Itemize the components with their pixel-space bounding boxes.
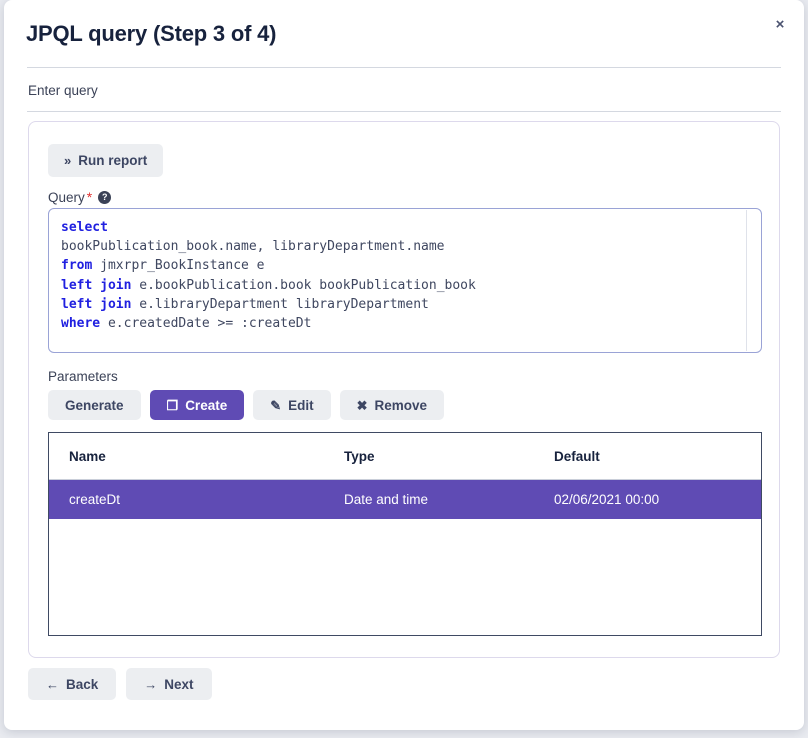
page-title: JPQL query (Step 3 of 4) <box>26 21 277 46</box>
back-button[interactable]: ← Back <box>28 668 117 700</box>
arrow-right-icon: → <box>144 676 158 692</box>
column-header-name[interactable]: Name <box>49 433 344 480</box>
cell-type: Date and time <box>344 479 554 519</box>
table-body: createDt Date and time 02/06/2021 00:00 <box>49 479 761 519</box>
query-label-text: Query <box>48 189 85 205</box>
run-report-label: Run report <box>78 153 148 168</box>
column-header-type[interactable]: Type <box>344 433 554 480</box>
parameters-toolbar: Generate ❐ Create ✎ Edit ✖ Remove <box>48 390 445 420</box>
parameters-table: Name Type Default createDt Date and time… <box>48 432 762 636</box>
sql-keyword: where <box>61 316 101 332</box>
help-icon[interactable]: ? <box>98 190 112 204</box>
dialog-footer: ← Back → Next <box>28 668 212 700</box>
pencil-icon: ✎ <box>270 397 282 413</box>
section-label: Enter query <box>28 83 98 98</box>
next-label: Next <box>164 676 194 692</box>
table-header-row: Name Type Default <box>49 433 761 480</box>
close-icon[interactable]: × <box>767 11 793 37</box>
double-chevron-right-icon: » <box>64 153 72 168</box>
dialog-header: JPQL query (Step 3 of 4) × <box>4 0 804 67</box>
query-card: » Run report Query * ? select bookPublic… <box>28 121 780 658</box>
create-label: Create <box>185 397 228 413</box>
run-report-button[interactable]: » Run report <box>48 144 164 177</box>
sql-keyword: from <box>61 258 93 274</box>
cell-default: 02/06/2021 00:00 <box>554 479 761 519</box>
edit-button[interactable]: ✎ Edit <box>253 390 331 420</box>
next-button[interactable]: → Next <box>126 668 212 700</box>
sql-keyword: left join <box>61 296 132 312</box>
table-row[interactable]: createDt Date and time 02/06/2021 00:00 <box>49 479 761 519</box>
query-input[interactable]: select bookPublication_book.name, librar… <box>48 208 762 353</box>
required-marker: * <box>86 189 93 205</box>
arrow-left-icon: ← <box>46 676 59 692</box>
header-divider <box>27 67 781 68</box>
query-field-label: Query * ? <box>48 189 112 205</box>
jpql-query-dialog: JPQL query (Step 3 of 4) × Enter query »… <box>4 0 804 730</box>
create-button[interactable]: ❐ Create <box>149 390 245 420</box>
editor-gutter-line <box>746 210 747 351</box>
sql-keyword: left join <box>61 277 132 293</box>
cell-name: createDt <box>49 479 344 519</box>
back-label: Back <box>66 676 99 692</box>
generate-label: Generate <box>65 397 124 413</box>
parameters-label: Parameters <box>48 369 118 384</box>
section-divider <box>27 111 781 112</box>
generate-button[interactable]: Generate <box>48 390 141 420</box>
edit-label: Edit <box>288 397 314 413</box>
table-header: Name Type Default <box>49 433 761 480</box>
query-code-text: select bookPublication_book.name, librar… <box>61 220 476 332</box>
cross-icon: ✖ <box>356 397 368 413</box>
remove-label: Remove <box>374 397 428 413</box>
remove-button[interactable]: ✖ Remove <box>339 390 445 420</box>
document-icon: ❐ <box>166 397 179 413</box>
column-header-default[interactable]: Default <box>554 433 761 480</box>
sql-keyword: select <box>61 220 108 235</box>
